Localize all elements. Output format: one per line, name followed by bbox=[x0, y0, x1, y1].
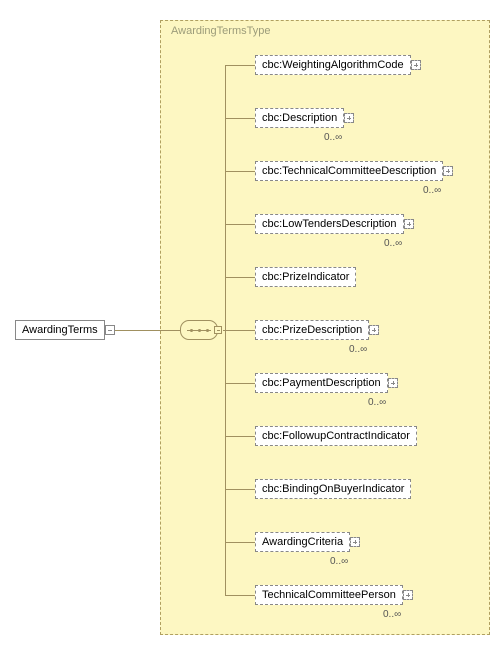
wire bbox=[225, 118, 255, 119]
cardinality-label: 0..∞ bbox=[383, 609, 401, 620]
wire bbox=[225, 489, 255, 490]
child-element: cbc:BindingOnBuyerIndicator bbox=[255, 479, 411, 499]
cardinality-label: 0..∞ bbox=[368, 397, 386, 408]
wire bbox=[225, 171, 255, 172]
element-box[interactable]: cbc:WeightingAlgorithmCode bbox=[255, 55, 411, 75]
wire bbox=[225, 595, 255, 596]
expand-icon[interactable] bbox=[443, 166, 453, 176]
element-box[interactable]: cbc:FollowupContractIndicator bbox=[255, 426, 417, 446]
child-element: cbc:PaymentDescription0..∞ bbox=[255, 373, 388, 393]
expand-icon[interactable] bbox=[403, 590, 413, 600]
child-element: AwardingCriteria0..∞ bbox=[255, 532, 350, 552]
child-element: TechnicalCommitteePerson0..∞ bbox=[255, 585, 403, 605]
wire bbox=[225, 436, 255, 437]
sequence-expand-icon bbox=[214, 326, 222, 334]
child-element: cbc:PrizeIndicator bbox=[255, 267, 356, 287]
cardinality-label: 0..∞ bbox=[423, 185, 441, 196]
child-element: cbc:TechnicalCommitteeDescription0..∞ bbox=[255, 161, 443, 181]
sequence-compositor[interactable] bbox=[180, 320, 218, 340]
expand-icon[interactable] bbox=[369, 325, 379, 335]
child-element: cbc:WeightingAlgorithmCode bbox=[255, 55, 411, 75]
type-group-title: AwardingTermsType bbox=[171, 25, 270, 37]
element-box[interactable]: cbc:TechnicalCommitteeDescription bbox=[255, 161, 443, 181]
root-connector bbox=[105, 325, 115, 335]
wire bbox=[225, 542, 255, 543]
expand-icon[interactable] bbox=[350, 537, 360, 547]
element-box[interactable]: cbc:PrizeDescription bbox=[255, 320, 369, 340]
element-box[interactable]: AwardingCriteria bbox=[255, 532, 350, 552]
element-box[interactable]: TechnicalCommitteePerson bbox=[255, 585, 403, 605]
child-element: cbc:Description0..∞ bbox=[255, 108, 344, 128]
child-element: cbc:FollowupContractIndicator bbox=[255, 426, 417, 446]
element-box[interactable]: cbc:PaymentDescription bbox=[255, 373, 388, 393]
wire bbox=[225, 277, 255, 278]
expand-icon[interactable] bbox=[344, 113, 354, 123]
element-box[interactable]: cbc:Description bbox=[255, 108, 344, 128]
child-element: cbc:LowTendersDescription0..∞ bbox=[255, 214, 404, 234]
expand-icon[interactable] bbox=[404, 219, 414, 229]
xsd-diagram: AwardingTerms AwardingTermsType cbc:Weight… bbox=[0, 0, 501, 657]
root-element[interactable]: AwardingTerms bbox=[15, 320, 105, 340]
expand-icon[interactable] bbox=[388, 378, 398, 388]
expand-icon[interactable] bbox=[411, 60, 421, 70]
wire bbox=[225, 383, 255, 384]
element-box[interactable]: cbc:BindingOnBuyerIndicator bbox=[255, 479, 411, 499]
element-box[interactable]: cbc:PrizeIndicator bbox=[255, 267, 356, 287]
cardinality-label: 0..∞ bbox=[349, 344, 367, 355]
cardinality-label: 0..∞ bbox=[330, 556, 348, 567]
child-element: cbc:PrizeDescription0..∞ bbox=[255, 320, 369, 340]
wire bbox=[225, 65, 255, 66]
wire bbox=[115, 330, 160, 331]
element-box[interactable]: cbc:LowTendersDescription bbox=[255, 214, 404, 234]
cardinality-label: 0..∞ bbox=[324, 132, 342, 143]
wire bbox=[160, 330, 180, 331]
cardinality-label: 0..∞ bbox=[384, 238, 402, 249]
wire bbox=[225, 224, 255, 225]
wire bbox=[225, 330, 255, 331]
